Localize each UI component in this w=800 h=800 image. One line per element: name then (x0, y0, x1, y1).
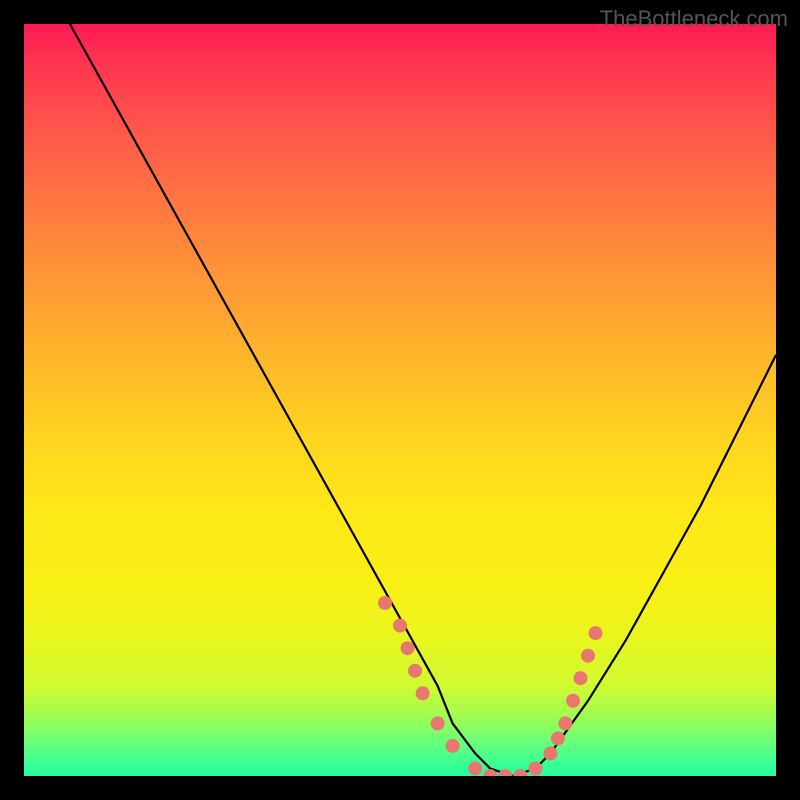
scatter-point (401, 641, 415, 655)
scatter-point (528, 762, 542, 776)
scatter-point (543, 746, 557, 760)
scatter-point (574, 671, 588, 685)
scatter-point (566, 694, 580, 708)
scatter-point (431, 716, 445, 730)
scatter-point (551, 731, 565, 745)
scatter-point (393, 619, 407, 633)
curve-line (24, 24, 776, 776)
scatter-point (408, 664, 422, 678)
chart-svg-layer (24, 24, 776, 776)
scatter-point (378, 596, 392, 610)
scatter-point (513, 769, 527, 776)
scatter-points-group (378, 596, 603, 776)
scatter-point (589, 626, 603, 640)
scatter-point (446, 739, 460, 753)
scatter-point (468, 762, 482, 776)
scatter-point (416, 686, 430, 700)
scatter-point (558, 716, 572, 730)
watermark-text: TheBottleneck.com (600, 6, 788, 32)
chart-plot-area (24, 24, 776, 776)
scatter-point (498, 769, 512, 776)
scatter-point (581, 649, 595, 663)
